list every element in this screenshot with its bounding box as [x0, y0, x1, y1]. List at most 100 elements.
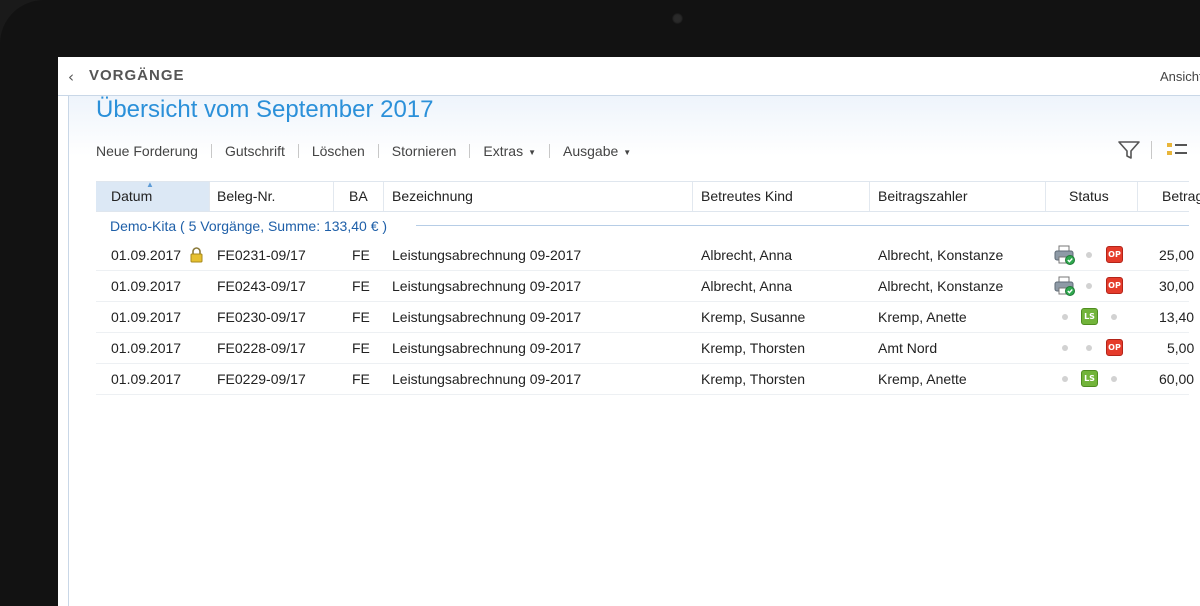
extras-dropdown[interactable]: Extras ▼: [483, 143, 536, 159]
cell-ba: FE: [352, 309, 370, 325]
cell-datum: 01.09.2017: [111, 340, 182, 356]
app-screen: ‹ VORGÄNGE Ansicht Übersicht vom Septemb…: [58, 57, 1200, 606]
toolbar: Neue Forderung Gutschrift Löschen Storni…: [96, 142, 631, 160]
toolbar-separator: [469, 144, 471, 158]
toolbar-separator: [1151, 141, 1152, 159]
caret-down-icon: ▼: [623, 147, 632, 157]
ls-badge: LS: [1081, 370, 1098, 387]
ls-badge: LS: [1081, 308, 1098, 325]
column-header-zahler[interactable]: Beitragszahler: [878, 188, 968, 204]
cell-betrag: 60,00: [1159, 371, 1195, 387]
group-header[interactable]: Demo-Kita ( 5 Vorgänge, Summe: 133,40 € …: [96, 212, 1189, 240]
op-badge: OP: [1106, 246, 1123, 263]
column-header-betrag[interactable]: Betrag: [1162, 188, 1200, 204]
status-dot: [1086, 283, 1092, 289]
credit-note-button[interactable]: Gutschrift: [225, 143, 285, 159]
status-dot: [1111, 314, 1117, 320]
column-header-status[interactable]: Status: [1069, 188, 1109, 204]
cell-bezeichnung: Leistungsabrechnung 09-2017: [392, 371, 582, 387]
transactions-table: ▲ Datum Beleg-Nr. BA Bezeichnung Betreut…: [96, 180, 1200, 395]
table-row[interactable]: 01.09.2017 FE0231-09/17 FE Leistungsabre…: [96, 240, 1194, 271]
op-badge: OP: [1106, 277, 1123, 294]
op-badge: OP: [1106, 339, 1123, 356]
printer-check-icon: [1054, 245, 1075, 265]
new-claim-button[interactable]: Neue Forderung: [96, 143, 198, 159]
page-title: Übersicht vom September 2017: [96, 96, 434, 123]
cell-ba: FE: [352, 247, 370, 263]
cell-kind: Kremp, Susanne: [701, 309, 806, 325]
cell-ba: FE: [352, 371, 370, 387]
cell-ba: FE: [352, 340, 370, 356]
cell-beleg: FE0231-09/17: [217, 247, 306, 263]
cell-zahler: Amt Nord: [878, 340, 938, 356]
cell-betrag: 5,00: [1167, 340, 1195, 356]
cell-beleg: FE0228-09/17: [217, 340, 306, 356]
cell-datum: 01.09.2017: [111, 247, 182, 263]
cell-bezeichnung: Leistungsabrechnung 09-2017: [392, 247, 582, 263]
filter-icon[interactable]: [1117, 139, 1141, 161]
cell-datum: 01.09.2017: [111, 278, 182, 294]
cell-zahler: Albrecht, Konstanze: [878, 247, 1004, 263]
cell-bezeichnung: Leistungsabrechnung 09-2017: [392, 278, 582, 294]
top-bar: ‹ VORGÄNGE Ansicht: [58, 57, 1200, 96]
status-dot: [1062, 345, 1068, 351]
status-dot: [1062, 314, 1068, 320]
table-row[interactable]: 01.09.2017 FE0228-09/17 FE Leistungsabre…: [96, 333, 1194, 364]
cell-kind: Kremp, Thorsten: [701, 371, 806, 387]
cell-zahler: Kremp, Anette: [878, 309, 967, 325]
toolbar-separator: [377, 144, 379, 158]
column-separator: [333, 182, 334, 211]
toolbar-separator: [210, 144, 212, 158]
status-dot: [1086, 345, 1092, 351]
toolbar-separator: [297, 144, 299, 158]
table-row[interactable]: 01.09.2017 FE0229-09/17 FE Leistungsabre…: [96, 364, 1194, 395]
delete-button[interactable]: Löschen: [312, 143, 365, 159]
new-claim-label: Neue Forderung: [96, 143, 198, 159]
camera: [672, 13, 683, 24]
list-view-icon[interactable]: [1166, 141, 1188, 159]
cell-zahler: Kremp, Anette: [878, 371, 967, 387]
credit-note-label: Gutschrift: [224, 143, 285, 159]
column-header-kind[interactable]: Betreutes Kind: [701, 188, 793, 204]
chevron-left-icon[interactable]: ‹: [68, 68, 74, 86]
table-row[interactable]: 01.09.2017 FE0243-09/17 FE Leistungsabre…: [96, 271, 1194, 302]
view-menu-link[interactable]: Ansicht: [1160, 69, 1200, 84]
status-dot: [1111, 376, 1117, 382]
column-separator: [383, 182, 384, 211]
cell-beleg: FE0230-09/17: [217, 309, 306, 325]
back-title[interactable]: VORGÄNGE: [89, 67, 185, 84]
group-divider-line: [416, 225, 1189, 226]
cell-bezeichnung: Leistungsabrechnung 09-2017: [392, 340, 582, 356]
cell-kind: Albrecht, Anna: [701, 278, 793, 294]
cell-zahler: Albrecht, Konstanze: [878, 278, 1004, 294]
output-label: Ausgabe: [563, 143, 619, 159]
cell-bezeichnung: Leistungsabrechnung 09-2017: [392, 309, 582, 325]
column-header-ba[interactable]: BA: [349, 188, 368, 204]
cell-kind: Albrecht, Anna: [701, 247, 793, 263]
caret-down-icon: ▼: [528, 147, 536, 157]
cell-betrag: 13,40: [1159, 309, 1195, 325]
cancel-button[interactable]: Stornieren: [392, 143, 457, 159]
lock-icon: [190, 247, 203, 263]
group-label: Demo-Kita ( 5 Vorgänge, Summe: 133,40 € …: [110, 218, 388, 234]
extras-label: Extras: [483, 143, 524, 159]
status-dot: [1062, 376, 1068, 382]
column-header-beleg[interactable]: Beleg-Nr.: [217, 188, 275, 204]
cell-ba: FE: [352, 278, 370, 294]
toolbar-separator: [549, 144, 550, 158]
status-dot: [1086, 252, 1092, 258]
cell-beleg: FE0243-09/17: [217, 278, 306, 294]
delete-label: Löschen: [311, 143, 365, 159]
column-separator: [692, 182, 693, 211]
column-header-datum[interactable]: Datum: [111, 188, 152, 204]
table-header: ▲ Datum Beleg-Nr. BA Bezeichnung Betreut…: [96, 180, 1200, 212]
cell-datum: 01.09.2017: [111, 309, 182, 325]
column-header-bezeichnung[interactable]: Bezeichnung: [392, 188, 473, 204]
cell-betrag: 25,00: [1159, 247, 1195, 263]
table-row[interactable]: 01.09.2017 FE0230-09/17 FE Leistungsabre…: [96, 302, 1194, 333]
column-separator: [209, 182, 210, 211]
cell-datum: 01.09.2017: [111, 371, 182, 387]
output-dropdown[interactable]: Ausgabe ▼: [563, 143, 631, 159]
cell-betrag: 30,00: [1159, 278, 1195, 294]
cancel-label: Stornieren: [391, 143, 457, 159]
